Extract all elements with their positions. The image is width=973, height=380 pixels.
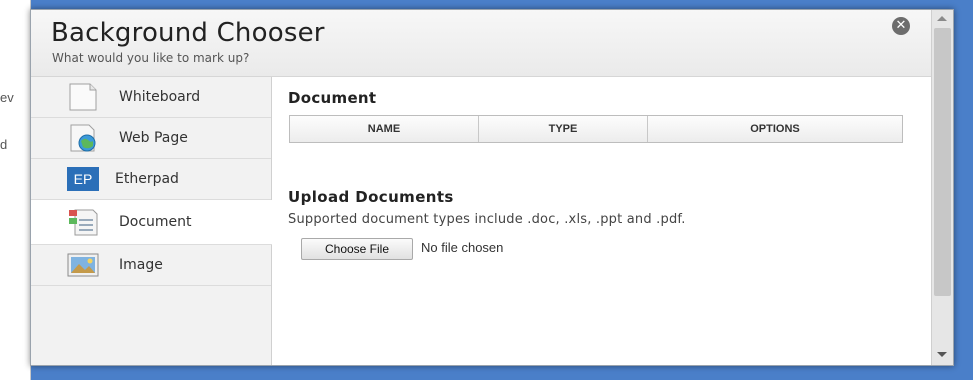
sidebar-item-web-page[interactable]: Web Page bbox=[31, 118, 271, 159]
sidebar-item-label: Image bbox=[119, 257, 163, 273]
sidebar-item-label: Document bbox=[119, 214, 192, 230]
dialog-header: Background Chooser What would you like t… bbox=[31, 10, 931, 77]
sidebar-item-image[interactable]: Image bbox=[31, 245, 271, 286]
scroll-up-arrow-icon[interactable] bbox=[937, 16, 947, 21]
scroll-down-arrow-icon[interactable] bbox=[937, 352, 947, 357]
sidebar-item-label: Etherpad bbox=[115, 171, 179, 187]
upload-documents-title: Upload Documents bbox=[288, 188, 454, 206]
section-title: Document bbox=[288, 89, 377, 107]
etherpad-icon: EP bbox=[67, 167, 99, 191]
background-page: ev d bbox=[0, 0, 31, 380]
sidebar-item-etherpad[interactable]: EP Etherpad bbox=[31, 159, 271, 200]
document-icon bbox=[69, 209, 98, 236]
dialog-subtitle: What would you like to mark up? bbox=[52, 51, 250, 65]
file-status-text: No file chosen bbox=[421, 240, 504, 255]
sidebar-item-label: Web Page bbox=[119, 130, 188, 146]
sidebar: Whiteboard Web Page EP Etherpad Document… bbox=[31, 77, 272, 365]
upload-documents-description: Supported document types include .doc, .… bbox=[288, 212, 686, 227]
background-text-fragment: d bbox=[0, 137, 8, 152]
documents-table-header: NAME TYPE OPTIONS bbox=[289, 115, 903, 143]
sidebar-item-document[interactable]: Document bbox=[31, 200, 272, 245]
column-header-name[interactable]: NAME bbox=[290, 116, 479, 142]
choose-file-button[interactable]: Choose File bbox=[301, 238, 413, 260]
sidebar-item-whiteboard[interactable]: Whiteboard bbox=[31, 77, 271, 118]
background-chooser-dialog: Background Chooser What would you like t… bbox=[30, 9, 954, 366]
blank-page-icon bbox=[69, 83, 97, 111]
web-page-globe-icon bbox=[70, 124, 96, 152]
sidebar-item-label: Whiteboard bbox=[119, 89, 201, 105]
close-icon[interactable]: ✕ bbox=[892, 17, 910, 35]
document-panel: Document NAME TYPE OPTIONS Upload Docume… bbox=[272, 77, 931, 365]
vertical-scrollbar[interactable] bbox=[931, 10, 953, 365]
background-text-fragment: ev bbox=[0, 90, 14, 105]
column-header-options[interactable]: OPTIONS bbox=[648, 116, 902, 142]
scroll-thumb[interactable] bbox=[934, 28, 951, 296]
column-header-type[interactable]: TYPE bbox=[479, 116, 648, 142]
image-icon bbox=[67, 253, 99, 277]
dialog-title: Background Chooser bbox=[51, 18, 325, 48]
